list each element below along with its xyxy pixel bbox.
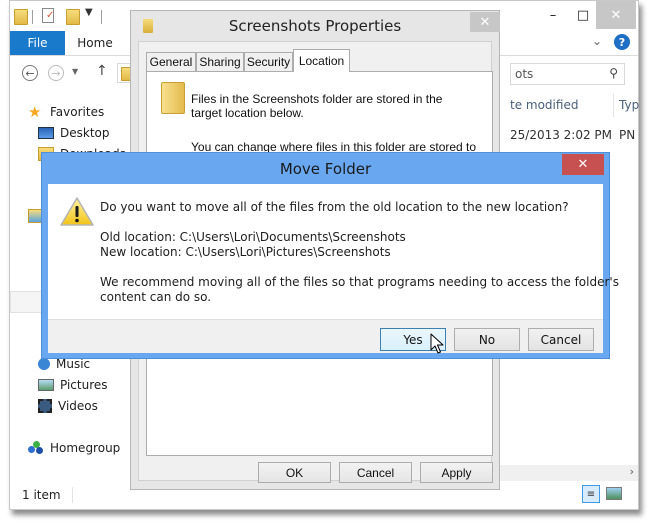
recommendation-line: content can do so. — [100, 290, 212, 304]
help-icon[interactable]: ? — [614, 34, 630, 50]
column-divider[interactable] — [613, 93, 614, 117]
mouse-cursor-icon — [430, 333, 444, 354]
no-button[interactable]: No — [454, 328, 520, 351]
search-input[interactable]: ots ⚲ — [510, 63, 625, 85]
column-header-date-modified[interactable]: te modified — [510, 98, 578, 112]
description-line: Files in the Screenshots folder are stor… — [191, 92, 443, 106]
properties-title: Screenshots Properties — [228, 17, 402, 35]
move-folder-dialog: Move Folder ✕ Do you want to move all of… — [41, 152, 619, 359]
tab-file[interactable]: File — [10, 31, 65, 55]
cancel-button[interactable]: Cancel — [528, 328, 594, 351]
file-row[interactable]: 25/2013 2:02 PM PN — [500, 125, 640, 145]
close-button[interactable]: ✕ — [596, 1, 636, 29]
star-icon: ★ — [28, 103, 42, 121]
nav-item-music[interactable]: Music — [38, 357, 90, 371]
folder-icon — [14, 9, 28, 25]
desktop-icon — [38, 127, 54, 139]
old-location: Old location: C:\Users\Lori\Documents\Sc… — [100, 230, 406, 244]
folder-icon — [161, 82, 185, 114]
column-header-type[interactable]: Typ — [619, 98, 639, 112]
item-count: 1 item — [22, 488, 61, 502]
nav-label: Music — [56, 357, 91, 371]
toolbar-separator — [101, 10, 102, 24]
status-divider — [72, 487, 73, 503]
column-headers: te modified Typ — [500, 93, 640, 117]
back-button[interactable]: ← — [22, 65, 38, 81]
nav-item-pictures[interactable]: Pictures — [38, 378, 108, 392]
scroll-right-icon[interactable]: › — [630, 465, 634, 478]
nav-item-desktop[interactable]: Desktop — [38, 126, 110, 140]
recommendation-line: We recommend moving all of the files so … — [100, 275, 619, 289]
move-question: Do you want to move all of the files fro… — [100, 200, 569, 214]
apply-button[interactable]: Apply — [420, 462, 493, 483]
location-description: Files in the Screenshots folder are stor… — [191, 92, 442, 120]
tab-general[interactable]: General — [146, 52, 196, 71]
ok-button[interactable]: OK — [258, 462, 331, 483]
pictures-icon — [38, 379, 54, 391]
close-button[interactable]: ✕ — [470, 12, 500, 32]
customize-toolbar-icon[interactable]: ▼ — [85, 7, 93, 18]
properties-icon[interactable]: ✓ — [42, 8, 54, 23]
forward-button[interactable]: → — [48, 65, 64, 81]
nav-label: Homegroup — [50, 441, 121, 455]
up-button[interactable]: ↑ — [96, 63, 108, 79]
warning-icon — [60, 197, 94, 226]
move-folder-buttons: Yes No Cancel — [48, 319, 603, 353]
search-input-value: ots — [515, 67, 534, 81]
nav-item-videos[interactable]: Videos — [38, 399, 98, 413]
music-icon — [38, 358, 50, 370]
nav-item-homegroup[interactable]: Homegroup — [28, 441, 120, 455]
recent-locations-icon[interactable]: ▼ — [72, 67, 78, 76]
description-line: target location below. — [191, 106, 304, 120]
close-button[interactable]: ✕ — [562, 154, 604, 175]
file-date-modified: 25/2013 2:02 PM — [510, 128, 613, 142]
toolbar-separator — [32, 10, 33, 24]
nav-label: Favorites — [50, 105, 105, 119]
nav-label: Desktop — [60, 126, 110, 140]
move-folder-title: Move Folder — [279, 159, 372, 178]
tab-location[interactable]: Location — [293, 49, 350, 72]
search-icon[interactable]: ⚲ — [609, 66, 618, 80]
cancel-button[interactable]: Cancel — [339, 462, 412, 483]
new-location: New location: C:\Users\Lori\Pictures\Scr… — [100, 245, 391, 259]
tab-sharing[interactable]: Sharing — [196, 52, 244, 71]
maximize-button[interactable]: □ — [568, 1, 598, 29]
file-type: PN — [619, 128, 636, 142]
nav-label: Pictures — [60, 378, 108, 392]
large-icons-view-icon[interactable] — [606, 487, 622, 500]
tab-security[interactable]: Security — [244, 52, 293, 71]
nav-label: Videos — [58, 399, 98, 413]
minimize-button[interactable]: – — [538, 1, 568, 29]
videos-icon — [38, 399, 52, 413]
nav-item-favorites[interactable]: ★ Favorites — [28, 103, 105, 121]
homegroup-icon — [28, 441, 44, 455]
new-folder-icon[interactable] — [66, 9, 80, 25]
move-folder-body: Do you want to move all of the files fro… — [48, 184, 619, 319]
details-view-icon[interactable]: ≡ — [582, 485, 600, 503]
expand-ribbon-icon[interactable]: ⌄ — [592, 34, 602, 48]
tab-home[interactable]: Home — [65, 31, 125, 55]
